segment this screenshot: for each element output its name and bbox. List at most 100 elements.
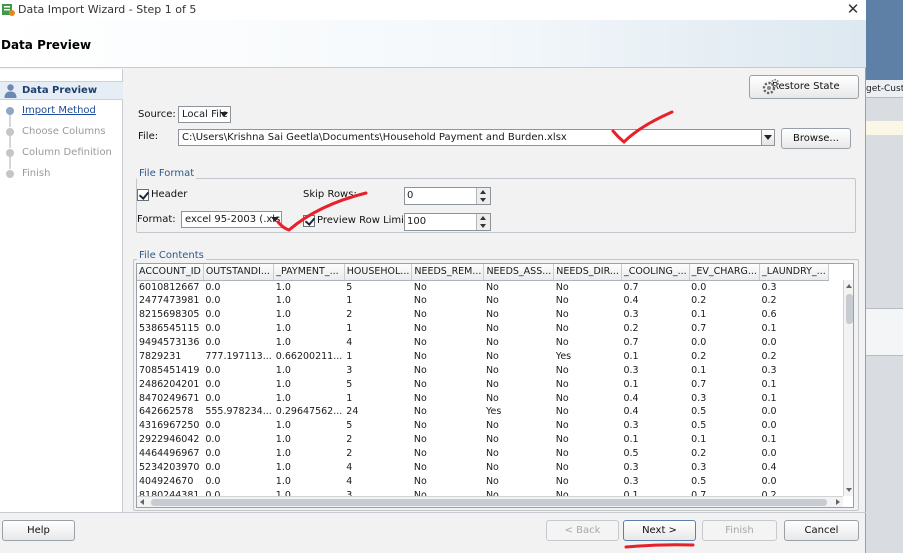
nav-step-data-preview[interactable]: Data Preview — [0, 81, 123, 100]
table-row[interactable]: 7829231 777.197113... 0.66200211... 1 No No Ye… — [137, 349, 828, 363]
table-cell: 1.0 — [275, 434, 291, 446]
table-cell: No — [413, 295, 427, 307]
chevron-down-icon — [764, 135, 772, 140]
table-row[interactable]: 5234203970 0.0 1.0 4 No No No 0.3 0.3 0.4 — [137, 461, 828, 475]
column-header[interactable]: _EV_CHARG... — [689, 264, 760, 281]
close-icon[interactable]: ✕ — [844, 0, 862, 18]
table-row[interactable]: 2486204201 0.0 1.0 5 No No No 0.1 0.7 0.1 — [137, 377, 828, 391]
table-cell: No — [413, 434, 427, 446]
file-contents-title: File Contents — [137, 250, 206, 261]
preview-row-limit-checkbox[interactable] — [303, 215, 315, 227]
table-cell: 0.1 — [691, 434, 707, 446]
file-format-title: File Format — [137, 168, 197, 179]
table-row[interactable]: 6010812667 0.0 1.0 5 No No No 0.7 0.0 0.3 — [137, 280, 828, 294]
table-row[interactable]: 4464496967 0.0 1.0 2 No No No 0.5 0.2 0.0 — [137, 447, 828, 461]
table-row[interactable]: 8470249671 0.0 1.0 1 No No No 0.4 0.3 0.1 — [137, 391, 828, 405]
scroll-right-icon[interactable] — [836, 499, 840, 505]
table-row[interactable]: 404924670 0.0 1.0 4 No No No 0.3 0.5 0.0 — [137, 474, 828, 488]
table-row[interactable]: 5386545115 0.0 1.0 1 No No No 0.2 0.7 0.1 — [137, 322, 828, 336]
wizard-header: Data Preview — [0, 20, 866, 68]
table-cell: 0.1 — [623, 350, 639, 362]
table-cell: 0.3 — [623, 462, 639, 474]
nav-step-label: Data Preview — [22, 85, 98, 96]
skip-rows-stepper[interactable] — [476, 188, 490, 204]
table-cell: No — [413, 337, 427, 348]
back-button[interactable]: < Back — [546, 520, 619, 541]
header-checkbox[interactable] — [137, 189, 149, 201]
table-row[interactable]: 9494573136 0.0 1.0 4 No No No 0.7 0.0 0.0 — [137, 336, 828, 350]
column-header[interactable]: _LAUNDRY_... — [759, 264, 829, 281]
table-row[interactable]: 8215698305 0.0 1.0 2 No No No 0.3 0.1 0.6 — [137, 308, 828, 322]
table-row[interactable]: 642662578 555.978234... 0.29647562... 24 No Y… — [137, 405, 828, 419]
table-cell: 0.5 — [691, 475, 707, 487]
column-header[interactable]: _COOLING_... — [621, 264, 690, 281]
format-select[interactable]: excel 95-2003 (.xls) — [181, 211, 282, 228]
cancel-button[interactable]: Cancel — [784, 520, 859, 541]
background-app-band — [866, 121, 903, 135]
table-cell: 0.7 — [691, 323, 707, 335]
table-cell: 8470249671 — [139, 392, 200, 404]
next-button[interactable]: Next > — [623, 520, 696, 541]
table-cell: 1 — [346, 350, 353, 362]
nav-step-import-method[interactable]: Import Method — [0, 102, 123, 127]
horizontal-scrollbar[interactable] — [137, 496, 843, 507]
table-cell: No — [485, 462, 499, 474]
scroll-down-icon[interactable] — [846, 488, 852, 492]
table-row[interactable]: 7085451419 0.0 1.0 3 No No No 0.3 0.1 0.3 — [137, 363, 828, 377]
background-app-tab[interactable]: get-Custo — [866, 80, 903, 98]
table-cell: No — [485, 420, 499, 432]
column-header[interactable]: OUTSTANDI... — [203, 264, 275, 281]
table-cell: 0.0 — [761, 420, 777, 432]
preview-row-limit-stepper[interactable] — [476, 214, 490, 230]
nav-step-finish: Finish — [0, 165, 123, 184]
table-cell: 6010812667 — [139, 281, 200, 293]
finish-button[interactable]: Finish — [702, 520, 777, 541]
table-cell: 0.3 — [761, 281, 777, 293]
table-cell: 2486204201 — [139, 378, 200, 390]
preview-row-limit-spinner[interactable]: 100 — [404, 213, 491, 231]
table-cell: No — [413, 378, 427, 390]
table-row[interactable]: 2477473981 0.0 1.0 1 No No No 0.4 0.2 0.2 — [137, 294, 828, 308]
help-button[interactable]: Help — [2, 520, 75, 541]
scroll-up-icon[interactable] — [846, 284, 852, 288]
column-header[interactable]: NEEDS_DIR... — [553, 264, 622, 281]
table-cell: 0.3 — [623, 309, 639, 321]
nav-step-label: Column Definition — [22, 147, 112, 158]
scroll-left-icon[interactable] — [140, 499, 144, 505]
table-cell: No — [555, 378, 569, 390]
table-cell: No — [555, 295, 569, 307]
column-header[interactable]: _PAYMENT_... — [273, 264, 345, 281]
file-path-value: C:\Users\Krishna Sai Geetla\Documents\Ho… — [182, 132, 567, 143]
table-row[interactable]: 4316967250 0.0 1.0 5 No No No 0.3 0.5 0.0 — [137, 419, 828, 433]
table-cell: 1.0 — [275, 378, 291, 390]
table-cell: 0.3 — [623, 475, 639, 487]
chevron-up-icon — [480, 216, 486, 220]
table-cell: No — [555, 420, 569, 432]
chevron-down-icon — [480, 198, 486, 202]
horizontal-scroll-thumb[interactable] — [151, 499, 827, 506]
footer-divider — [0, 512, 866, 513]
table-cell: No — [413, 406, 427, 418]
file-contents-grid[interactable]: ACCOUNT_ID OUTSTANDI... _PAYMENT_... HOUSEH… — [136, 263, 854, 508]
file-path-field[interactable]: C:\Users\Krishna Sai Geetla\Documents\Ho… — [178, 129, 762, 146]
column-header[interactable]: NEEDS_REM... — [411, 264, 485, 281]
table-cell: 0.2 — [623, 323, 639, 335]
file-history-dropdown[interactable] — [761, 129, 775, 146]
table-cell: 0.0 — [205, 364, 221, 376]
table-cell: 1.0 — [275, 323, 291, 335]
column-header[interactable]: HOUSEHOL... — [344, 264, 413, 281]
source-select[interactable]: Local File — [178, 106, 231, 123]
column-header[interactable]: NEEDS_ASS... — [483, 264, 555, 281]
column-header[interactable]: ACCOUNT_ID — [137, 264, 204, 281]
background-app-header — [866, 0, 903, 80]
skip-rows-spinner[interactable]: 0 — [404, 187, 491, 205]
nav-step-label: Import Method — [22, 105, 96, 116]
table-row[interactable]: 2922946042 0.0 1.0 2 No No No 0.1 0.1 0.1 — [137, 433, 828, 447]
table-cell: 0.0 — [205, 475, 221, 487]
vertical-scroll-thumb[interactable] — [846, 294, 853, 324]
table-cell: No — [485, 350, 499, 362]
browse-button[interactable]: Browse... — [781, 128, 851, 149]
restore-state-button[interactable]: Restore State — [749, 75, 859, 99]
vertical-scrollbar[interactable] — [843, 280, 853, 496]
table-cell: 4464496967 — [139, 448, 200, 460]
